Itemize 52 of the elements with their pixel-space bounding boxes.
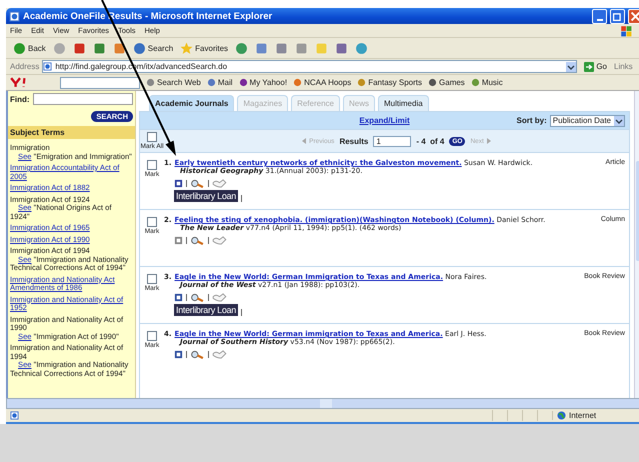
subject-terms-heading: Subject Terms: [8, 126, 135, 139]
go-arrow-icon: [584, 62, 594, 72]
toolbar-button[interactable]: Back: [12, 40, 47, 56]
yahoo-toolbar-button[interactable]: Music: [470, 78, 503, 87]
tab[interactable]: Academic Journals: [149, 95, 234, 111]
magnifier-icon[interactable]: [190, 179, 205, 188]
mark-checkbox[interactable]: [147, 160, 157, 170]
mark-checkbox[interactable]: [147, 274, 157, 284]
page-icon: [43, 62, 52, 71]
yahoo-toolbar-button[interactable]: Fantasy Sports: [357, 78, 422, 87]
page-field[interactable]: 1: [373, 136, 412, 146]
internet-zone-label: Internet: [569, 411, 596, 420]
mark-all-checkbox[interactable]: [147, 132, 157, 142]
interlibrary-loan-button[interactable]: Interlibrary Loan: [174, 190, 238, 202]
magnifier-icon[interactable]: [190, 350, 205, 359]
globe-icon: [557, 411, 566, 420]
magnifier-icon[interactable]: [190, 236, 205, 245]
close-button[interactable]: [628, 8, 639, 24]
restore-button[interactable]: [610, 8, 625, 24]
tab[interactable]: Multimedia: [378, 95, 429, 111]
right-triangle-icon: [486, 138, 492, 144]
minimize-icon: [596, 18, 602, 20]
minimize-button[interactable]: [592, 8, 607, 24]
yahoo-toolbar-button[interactable]: My Yahoo!: [238, 78, 288, 87]
yahoo-toolbar-button[interactable]: Search Web: [146, 78, 201, 87]
left-triangle-icon: [301, 138, 308, 144]
mark-checkbox[interactable]: [147, 331, 157, 341]
yahoo-toolbar-button[interactable]: Mail: [206, 78, 233, 87]
mark-checkbox[interactable]: [147, 217, 157, 227]
find-field[interactable]: [32, 93, 133, 105]
find-label: Find:: [10, 94, 30, 104]
address-label: Address: [10, 62, 40, 71]
star-icon: [180, 42, 194, 54]
yahoo-search-field[interactable]: [60, 76, 140, 88]
sort-dropdown[interactable]: Publication Date: [550, 114, 626, 126]
horizontal-scrollbar[interactable]: [6, 398, 639, 409]
magnifier-icon[interactable]: [190, 293, 205, 302]
toolbar-button[interactable]: Search: [132, 40, 174, 56]
expand-limit-link[interactable]: Expand/Limit: [359, 116, 410, 125]
yahoo-toolbar-button[interactable]: NCAA Hoops: [293, 78, 352, 87]
yahoo-toolbar-button[interactable]: Games: [428, 78, 465, 87]
toolbar-button[interactable]: Favorites: [179, 40, 230, 56]
browser-icon: [9, 10, 20, 22]
windows-logo-icon: [620, 24, 632, 36]
sort-label: Sort by:: [516, 116, 547, 125]
go-button[interactable]: Go: [580, 62, 611, 72]
results-label: Results: [339, 136, 368, 146]
page-icon: [10, 411, 19, 420]
results-range: - 4 of 4: [416, 136, 444, 146]
close-icon: [629, 10, 639, 22]
interlibrary-loan-button[interactable]: Interlibrary Loan: [174, 304, 238, 316]
links-button[interactable]: Links: [614, 62, 639, 71]
